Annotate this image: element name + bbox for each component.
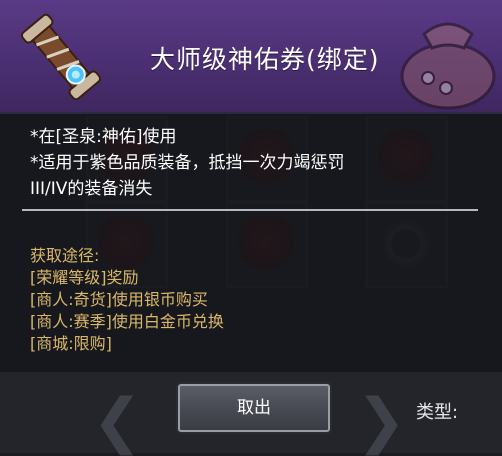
arrow-right-icon[interactable]: ❯ <box>356 386 406 456</box>
description-line: *适用于紫色品质装备，抵挡一次力竭惩罚 <box>30 153 345 173</box>
obtain-method: [荣耀等级]奖励 <box>30 268 139 287</box>
item-title: 大师级神佑券(绑定) <box>150 45 380 74</box>
description-line: *在[圣泉:神佑]使用 <box>30 127 177 147</box>
tooltip-header: 大师级神佑券(绑定) <box>0 0 502 114</box>
arrow-left-icon[interactable]: ❮ <box>92 386 142 456</box>
bottom-bar: ❮ ❯ 取出 类型: <box>0 372 502 456</box>
tooltip-body: *在[圣泉:神佑]使用 *适用于紫色品质装备，抵挡一次力竭惩罚 III/IV的装… <box>0 112 502 372</box>
obtain-method: [商人:奇货]使用银币购买 <box>30 290 208 309</box>
obtain-methods: 获取途径: [荣耀等级]奖励 [商人:奇货]使用银币购买 [商人:赛季]使用白金… <box>30 245 224 355</box>
scroll-icon <box>20 13 102 101</box>
type-label: 类型: <box>416 402 459 423</box>
obtain-method: [商人:赛季]使用白金币兑换 <box>30 312 224 331</box>
obtain-method: [商城:限购] <box>30 334 112 353</box>
item-description: *在[圣泉:神佑]使用 *适用于紫色品质装备，抵挡一次力竭惩罚 III/IV的装… <box>30 124 345 202</box>
divider <box>22 209 478 211</box>
take-out-button[interactable]: 取出 <box>178 384 330 432</box>
description-line: III/IV的装备消失 <box>30 179 153 199</box>
bag-icon <box>400 22 496 110</box>
obtain-header: 获取途径: <box>30 246 100 265</box>
